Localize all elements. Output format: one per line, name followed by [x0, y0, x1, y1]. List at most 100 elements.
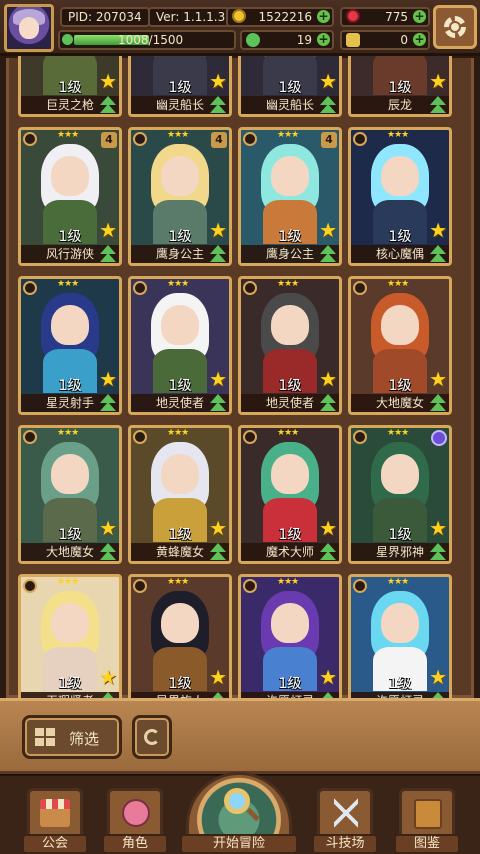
star-upgrade-icon[interactable]: ★ [429, 518, 447, 538]
class-type-icon [133, 132, 147, 146]
class-type-icon [353, 579, 367, 593]
card-level: 1级 [278, 229, 302, 245]
level-up-arrow-icon[interactable] [210, 543, 226, 561]
level-up-arrow-icon[interactable] [100, 394, 116, 412]
star-upgrade-icon[interactable]: ★ [429, 369, 447, 389]
level-up-arrow-icon[interactable] [320, 543, 336, 561]
level-up-arrow-icon[interactable] [430, 394, 446, 412]
star-upgrade-icon[interactable]: ★ [99, 369, 117, 389]
element-orb-icon [431, 430, 447, 446]
character-card[interactable]: ★★★ 1级 ★ 地灵使者 [128, 276, 232, 415]
character-card[interactable]: ★★★1级★幽灵船长 [238, 56, 342, 117]
nav-guild[interactable]: 公会 [22, 788, 88, 854]
class-type-icon [243, 430, 257, 444]
nav-codex-label: 图鉴 [394, 834, 460, 854]
add-coins-button[interactable]: + [317, 10, 330, 23]
nav-codex[interactable]: 图鉴 [394, 788, 460, 854]
level-up-arrow-icon[interactable] [430, 543, 446, 561]
character-card[interactable]: ★★★ 1级 ★ 黄蜂魔女 [128, 425, 232, 564]
class-type-icon [243, 281, 257, 295]
star-upgrade-icon[interactable]: ★ [209, 667, 227, 687]
class-type-icon [23, 132, 37, 146]
star-upgrade-icon[interactable]: ★ [319, 667, 337, 687]
star-upgrade-icon[interactable]: ★ [319, 518, 337, 538]
card-level: 1级 [168, 527, 192, 543]
class-type-icon [23, 430, 37, 444]
character-card[interactable]: ★★★ 1级 ★ 核心魔偶 [348, 127, 452, 266]
level-up-arrow-icon[interactable] [320, 245, 336, 263]
character-card[interactable]: ★★★ 4 1级 ★ 鹰身公主 [128, 127, 232, 266]
count-badge: 4 [101, 132, 117, 148]
player-avatar[interactable] [4, 4, 54, 52]
character-card[interactable]: ★★★1级★无瑕贤者 [18, 574, 122, 698]
character-card[interactable]: ★★★1级★许愿灯灵 [238, 574, 342, 698]
character-card[interactable]: ★★★1级★巨灵之枪 [18, 56, 122, 117]
level-up-arrow-icon[interactable] [210, 96, 226, 114]
card-level: 1级 [168, 676, 192, 692]
rarity-stars-icon: ★★★ [387, 577, 409, 587]
card-level: 1级 [388, 676, 412, 692]
character-card[interactable]: ★★★ 4 1级 ★ 风行游侠 [18, 127, 122, 266]
level-up-arrow-icon[interactable] [210, 394, 226, 412]
character-card[interactable]: ★★★ 1级 ★ 大地魔女 [18, 425, 122, 564]
level-up-arrow-icon[interactable] [320, 394, 336, 412]
filter-button[interactable]: 筛选 [22, 715, 122, 759]
character-card[interactable]: ★★★1级★许愿灯灵 [348, 574, 452, 698]
nav-character-tile [107, 788, 163, 840]
portrait-face [381, 454, 419, 494]
add-clovers-button[interactable]: + [317, 33, 330, 46]
level-up-arrow-icon[interactable] [100, 96, 116, 114]
coin-counter: 1522216 + [226, 7, 334, 27]
star-upgrade-icon[interactable]: ★ [99, 667, 117, 687]
rarity-stars-icon: ★★★ [167, 279, 189, 289]
star-upgrade-icon[interactable]: ★ [429, 71, 447, 91]
character-card[interactable]: ★★★ 1级 ★ 魔术大师 [238, 425, 342, 564]
star-upgrade-icon[interactable]: ★ [319, 369, 337, 389]
star-upgrade-icon[interactable]: ★ [99, 518, 117, 538]
card-level: 1级 [58, 676, 82, 692]
rarity-stars-icon: ★★★ [277, 130, 299, 140]
level-up-arrow-icon[interactable] [210, 245, 226, 263]
star-upgrade-icon[interactable]: ★ [209, 518, 227, 538]
star-upgrade-icon[interactable]: ★ [319, 220, 337, 240]
portrait-face [381, 156, 419, 196]
star-upgrade-icon[interactable]: ★ [209, 220, 227, 240]
level-up-arrow-icon[interactable] [100, 543, 116, 561]
star-upgrade-icon[interactable]: ★ [209, 71, 227, 91]
class-type-icon [133, 281, 147, 295]
character-card[interactable]: ★★★ 1级 ★ 星界邪神 [348, 425, 452, 564]
level-up-arrow-icon[interactable] [430, 96, 446, 114]
character-card[interactable]: ★★★ 1级 ★ 大地魔女 [348, 276, 452, 415]
portrait-face [271, 156, 309, 196]
settings-button[interactable] [433, 5, 477, 49]
level-up-arrow-icon[interactable] [430, 245, 446, 263]
rarity-stars-icon: ★★★ [57, 279, 79, 289]
star-upgrade-icon[interactable]: ★ [99, 71, 117, 91]
character-card[interactable]: ★★★ 1级 ★ 地灵使者 [238, 276, 342, 415]
level-up-arrow-icon[interactable] [320, 96, 336, 114]
add-gems-button[interactable]: + [413, 10, 426, 23]
nav-start-adventure[interactable]: 开始冒险 [180, 772, 298, 854]
level-up-arrow-icon[interactable] [100, 245, 116, 263]
star-upgrade-icon[interactable]: ★ [99, 220, 117, 240]
add-keys-button[interactable]: + [413, 33, 426, 46]
card-level: 1级 [58, 229, 82, 245]
rarity-stars-icon: ★★★ [277, 428, 299, 438]
character-card[interactable]: ★★★ 1级 ★ 星灵射手 [18, 276, 122, 415]
character-card[interactable]: ★★★1级★幽灵船长 [128, 56, 232, 117]
refresh-button[interactable] [132, 715, 172, 759]
rarity-stars-icon: ★★★ [167, 428, 189, 438]
nav-arena-label: 斗技场 [312, 834, 378, 854]
version-text: Ver: 1.1.1.3 [156, 10, 226, 24]
card-level: 1级 [278, 527, 302, 543]
character-card-grid[interactable]: ★★★1级★巨灵之枪★★★1级★幽灵船长★★★1级★幽灵船长★★★1级★辰龙★★… [18, 56, 462, 698]
star-upgrade-icon[interactable]: ★ [319, 71, 337, 91]
character-card[interactable]: ★★★1级★异界旅人 [128, 574, 232, 698]
star-upgrade-icon[interactable]: ★ [429, 667, 447, 687]
star-upgrade-icon[interactable]: ★ [209, 369, 227, 389]
character-card[interactable]: ★★★ 4 1级 ★ 鹰身公主 [238, 127, 342, 266]
character-card[interactable]: ★★★1级★辰龙 [348, 56, 452, 117]
nav-arena[interactable]: 斗技场 [312, 788, 378, 854]
star-upgrade-icon[interactable]: ★ [429, 220, 447, 240]
nav-character[interactable]: 角色 [102, 788, 168, 854]
